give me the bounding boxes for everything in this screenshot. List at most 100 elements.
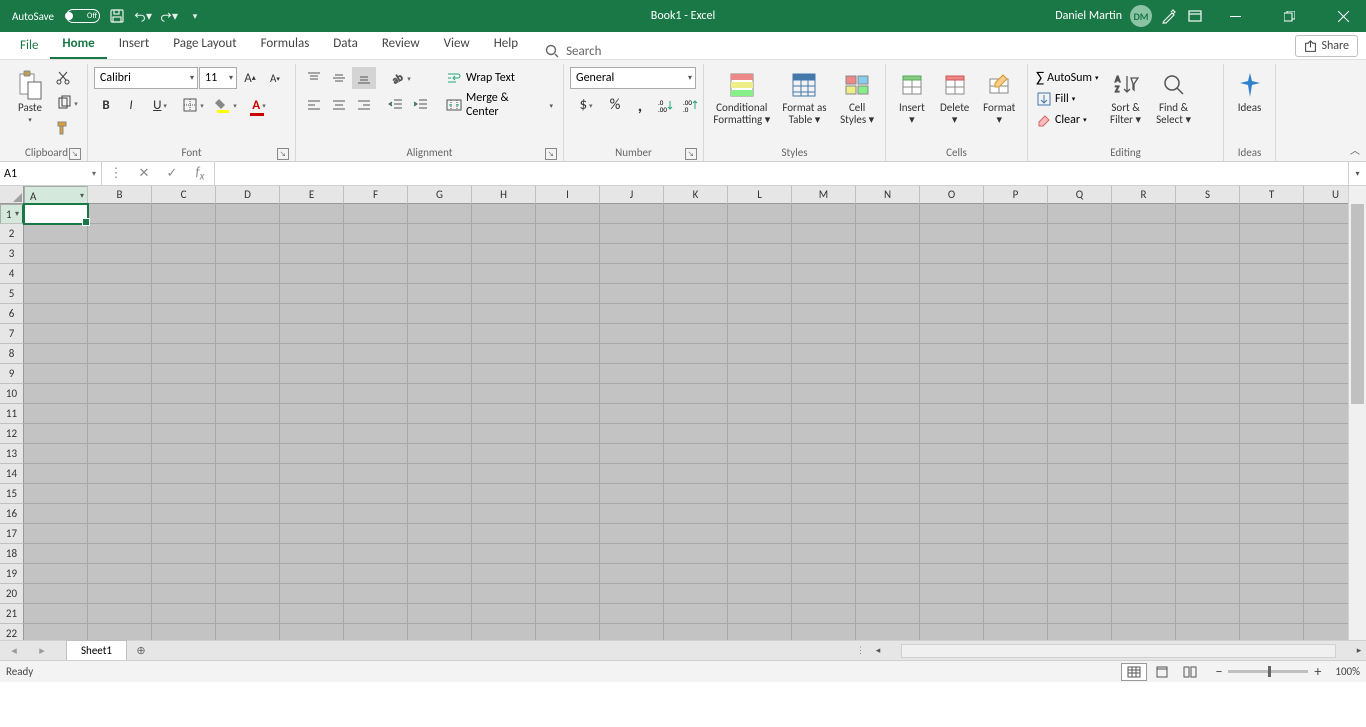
column-header[interactable]: I — [536, 186, 600, 204]
cell[interactable] — [1112, 564, 1176, 584]
align-center-button[interactable] — [327, 94, 351, 116]
cell[interactable] — [472, 544, 536, 564]
cell[interactable] — [1176, 484, 1240, 504]
cell[interactable] — [472, 504, 536, 524]
tab-view[interactable]: View — [432, 31, 482, 59]
cut-button[interactable] — [51, 67, 75, 89]
cell[interactable] — [472, 604, 536, 624]
cell[interactable] — [920, 604, 984, 624]
cell[interactable] — [280, 344, 344, 364]
cell[interactable] — [984, 584, 1048, 604]
borders-button[interactable] — [177, 94, 209, 116]
cell[interactable] — [280, 244, 344, 264]
cell[interactable] — [408, 544, 472, 564]
cell[interactable] — [728, 284, 792, 304]
cell[interactable] — [664, 244, 728, 264]
underline-button[interactable]: U — [144, 94, 176, 116]
cell[interactable] — [344, 564, 408, 584]
cell[interactable] — [1048, 484, 1112, 504]
cell[interactable] — [472, 524, 536, 544]
cell[interactable] — [920, 564, 984, 584]
cell[interactable] — [984, 464, 1048, 484]
cell[interactable] — [1112, 244, 1176, 264]
enter-formula-icon[interactable]: ✓ — [158, 162, 186, 185]
sort-filter-button[interactable]: AZ Sort & Filter ▾ — [1104, 67, 1148, 145]
cell[interactable] — [536, 284, 600, 304]
coming-soon-icon[interactable] — [1160, 7, 1178, 25]
cell[interactable] — [984, 504, 1048, 524]
font-name-select[interactable]: Calibri — [94, 67, 198, 89]
row-header[interactable]: 16 — [0, 504, 24, 524]
row-header[interactable]: 12 — [0, 424, 24, 444]
cell[interactable] — [1048, 244, 1112, 264]
cell[interactable] — [1048, 624, 1112, 640]
cell[interactable] — [88, 424, 152, 444]
cell[interactable] — [24, 264, 88, 284]
cell[interactable] — [920, 424, 984, 444]
cell[interactable] — [792, 424, 856, 444]
cell[interactable] — [920, 624, 984, 640]
cell[interactable] — [536, 324, 600, 344]
cell[interactable] — [600, 624, 664, 640]
cell[interactable] — [600, 464, 664, 484]
cell[interactable] — [600, 324, 664, 344]
cell[interactable] — [88, 584, 152, 604]
cell[interactable] — [24, 244, 88, 264]
cell[interactable] — [24, 204, 88, 224]
cell[interactable] — [920, 544, 984, 564]
cell[interactable] — [1176, 624, 1240, 640]
cell[interactable] — [1048, 564, 1112, 584]
align-top-button[interactable] — [302, 67, 326, 89]
cell[interactable] — [88, 484, 152, 504]
tab-data[interactable]: Data — [321, 31, 370, 59]
cell[interactable] — [152, 624, 216, 640]
tab-file[interactable]: File — [8, 33, 50, 59]
user-name[interactable]: Daniel Martin — [1055, 9, 1122, 23]
fill-button[interactable]: Fill ▾ — [1034, 88, 1101, 109]
format-cells-button[interactable]: Format▾ — [978, 67, 1022, 145]
cell[interactable] — [216, 244, 280, 264]
row-header[interactable]: 21 — [0, 604, 24, 624]
font-size-select[interactable]: 11 — [199, 67, 237, 89]
column-header[interactable]: S — [1176, 186, 1240, 204]
cell[interactable] — [1176, 344, 1240, 364]
cell[interactable] — [664, 284, 728, 304]
cell[interactable] — [1112, 544, 1176, 564]
cell[interactable] — [1048, 304, 1112, 324]
cell[interactable] — [344, 304, 408, 324]
cell[interactable] — [1048, 444, 1112, 464]
cell[interactable] — [1176, 324, 1240, 344]
bold-button[interactable]: B — [94, 94, 118, 116]
cell[interactable] — [536, 424, 600, 444]
cell[interactable] — [408, 384, 472, 404]
cell[interactable] — [152, 444, 216, 464]
cell[interactable] — [1176, 224, 1240, 244]
cell[interactable] — [472, 264, 536, 284]
cell[interactable] — [920, 224, 984, 244]
redo-icon[interactable]: ▾ — [160, 7, 178, 25]
tab-formulas[interactable]: Formulas — [249, 31, 322, 59]
cell[interactable] — [1048, 464, 1112, 484]
column-header[interactable]: C — [152, 186, 216, 204]
cell[interactable] — [24, 424, 88, 444]
row-header[interactable]: 17 — [0, 524, 24, 544]
cell[interactable] — [1048, 604, 1112, 624]
cell[interactable] — [24, 584, 88, 604]
decrease-font-button[interactable]: A▾ — [263, 67, 287, 89]
cell[interactable] — [536, 564, 600, 584]
cell[interactable] — [1240, 564, 1304, 584]
cell[interactable] — [1176, 564, 1240, 584]
cell[interactable] — [600, 304, 664, 324]
cell[interactable] — [664, 204, 728, 224]
row-header[interactable]: 9 — [0, 364, 24, 384]
cell[interactable] — [984, 384, 1048, 404]
cell[interactable] — [664, 304, 728, 324]
cell[interactable] — [24, 344, 88, 364]
cell[interactable] — [792, 524, 856, 544]
column-header[interactable]: J — [600, 186, 664, 204]
cell[interactable] — [536, 484, 600, 504]
clear-button[interactable]: Clear ▾ — [1034, 109, 1101, 130]
cell[interactable] — [344, 424, 408, 444]
increase-decimal-button[interactable]: .0.00 — [653, 94, 677, 116]
cell[interactable] — [600, 544, 664, 564]
